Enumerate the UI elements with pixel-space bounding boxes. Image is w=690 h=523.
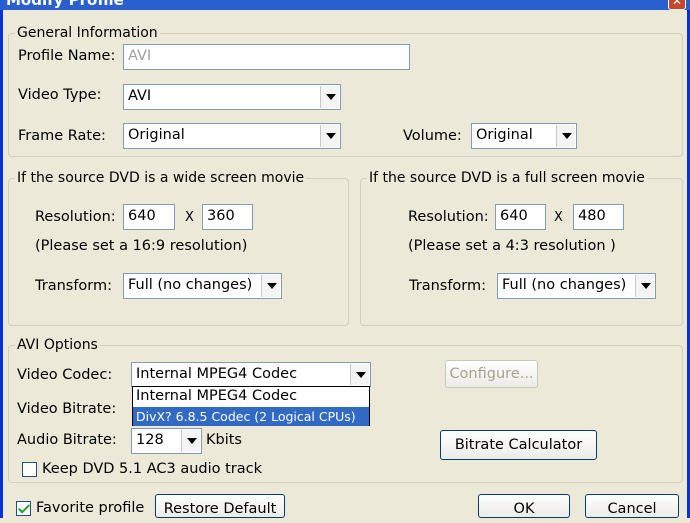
wide-transform-value: Full (no changes) <box>128 277 253 293</box>
full-height-field[interactable]: 480 <box>573 204 624 230</box>
wide-x-label: X <box>185 210 194 225</box>
full-x-label: X <box>554 210 563 225</box>
title-bar: Modify Profile ✕ <box>0 0 690 10</box>
wide-transform-select[interactable]: Full (no changes) <box>123 273 282 299</box>
wide-resolution-label: Resolution: <box>35 209 116 225</box>
video-type-value: AVI <box>128 88 152 104</box>
volume-label: Volume: <box>403 128 462 144</box>
configure-button[interactable]: Configure... <box>445 360 538 388</box>
general-info-legend: General Information <box>15 25 160 41</box>
keep-ac3-label: Keep DVD 5.1 AC3 audio track <box>42 461 263 477</box>
video-type-label: Video Type: <box>18 87 102 103</box>
volume-select[interactable]: Original <box>471 123 577 149</box>
favorite-checkbox[interactable] <box>16 501 31 516</box>
volume-value: Original <box>476 127 533 143</box>
chevron-down-icon[interactable] <box>320 86 339 108</box>
video-codec-select[interactable]: Internal MPEG4 Codec <box>131 362 371 387</box>
wide-screen-legend: If the source DVD is a wide screen movie <box>15 170 307 186</box>
chevron-down-icon[interactable] <box>350 364 369 385</box>
bitrate-calculator-button[interactable]: Bitrate Calculator <box>440 430 597 460</box>
full-screen-legend: If the source DVD is a full screen movie <box>367 170 647 186</box>
profile-name-field[interactable]: AVI <box>123 44 410 70</box>
keep-ac3-checkbox[interactable] <box>22 462 37 477</box>
profile-name-label: Profile Name: <box>18 48 116 64</box>
chevron-down-icon[interactable] <box>556 125 575 147</box>
window-title: Modify Profile <box>6 0 124 9</box>
audio-bitrate-unit: Kbits <box>206 432 242 448</box>
wide-height-field[interactable]: 360 <box>202 204 253 230</box>
favorite-label: Favorite profile <box>36 500 145 516</box>
chevron-down-icon[interactable] <box>261 275 280 297</box>
restore-default-button[interactable]: Restore Default <box>155 494 285 518</box>
audio-bitrate-value: 128 <box>136 432 164 448</box>
video-codec-label: Video Codec: <box>17 367 113 383</box>
full-resolution-label: Resolution: <box>408 209 489 225</box>
video-codec-dropdown: Internal MPEG4 Codec DivX? 6.8.5 Codec (… <box>132 386 370 426</box>
cancel-button[interactable]: Cancel <box>585 494 679 518</box>
frame-rate-value: Original <box>128 127 185 143</box>
codec-option[interactable]: Internal MPEG4 Codec <box>133 388 369 407</box>
wide-resolution-hint: (Please set a 16:9 resolution) <box>35 238 248 254</box>
audio-bitrate-select[interactable]: 128 <box>131 428 202 454</box>
video-codec-value: Internal MPEG4 Codec <box>136 366 298 382</box>
wide-width-field[interactable]: 640 <box>123 204 175 230</box>
avi-options-legend: AVI Options <box>15 337 100 353</box>
close-icon[interactable]: ✕ <box>668 0 686 10</box>
audio-bitrate-label: Audio Bitrate: <box>17 432 117 448</box>
chevron-down-icon[interactable] <box>635 275 654 297</box>
full-transform-value: Full (no changes) <box>502 277 627 293</box>
full-transform-select[interactable]: Full (no changes) <box>497 273 656 299</box>
full-width-field[interactable]: 640 <box>495 204 546 230</box>
frame-rate-label: Frame Rate: <box>18 128 106 144</box>
full-transform-label: Transform: <box>409 278 487 294</box>
ok-button[interactable]: OK <box>478 494 570 518</box>
chevron-down-icon[interactable] <box>320 125 339 147</box>
frame-rate-select[interactable]: Original <box>123 123 341 149</box>
chevron-down-icon[interactable] <box>181 430 200 452</box>
video-type-select[interactable]: AVI <box>123 84 341 110</box>
codec-option-selected[interactable]: DivX? 6.8.5 Codec (2 Logical CPUs) <box>133 407 369 426</box>
full-resolution-hint: (Please set a 4:3 resolution ) <box>408 238 616 254</box>
wide-transform-label: Transform: <box>35 278 113 294</box>
video-bitrate-label: Video Bitrate: <box>17 401 117 417</box>
